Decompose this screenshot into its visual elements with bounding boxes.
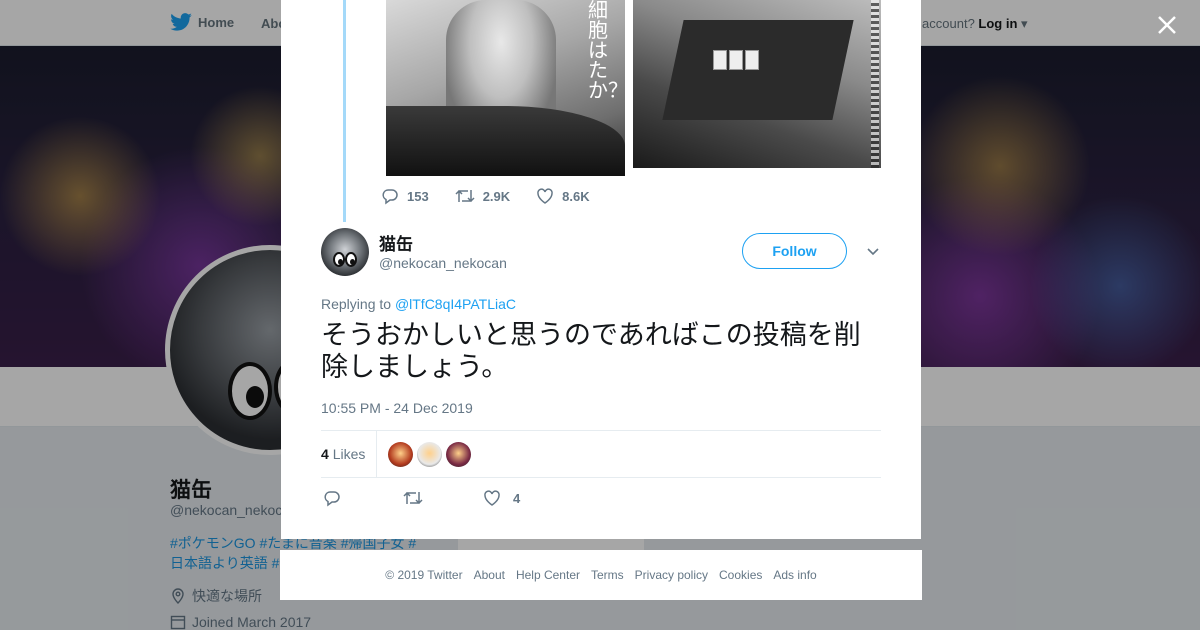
author-avatar[interactable] (321, 228, 369, 276)
tweet-stats: 4 Likes (321, 430, 881, 478)
quoted-like-button[interactable]: 8.6K (536, 187, 590, 205)
footer-link-privacy-policy[interactable]: Privacy policy (635, 568, 708, 582)
footer-copyright: © 2019 Twitter (385, 568, 463, 582)
footer-link-cookies[interactable]: Cookies (719, 568, 762, 582)
close-icon[interactable] (1152, 10, 1182, 40)
retweet-button[interactable] (403, 489, 483, 507)
quoted-like-count: 8.6K (562, 188, 590, 204)
reply-icon (324, 491, 340, 507)
like-button[interactable]: 4 (483, 489, 520, 507)
photo-text-column (871, 0, 879, 168)
likes-label: Likes (332, 446, 366, 462)
footer-link-help-center[interactable]: Help Center (516, 568, 580, 582)
tweet-actions: 4 (323, 489, 520, 507)
photo-tile (745, 50, 759, 70)
quoted-retweet-button[interactable]: 2.9K (455, 187, 510, 205)
like-count: 4 (513, 490, 521, 506)
reply-button[interactable] (323, 489, 403, 507)
avatar-eye-left (333, 252, 345, 267)
modal-footer: © 2019 Twitter About Help Center Terms P… (280, 550, 922, 600)
thread-connector (343, 0, 346, 222)
photo-tile (729, 50, 743, 70)
liker-avatar[interactable] (417, 442, 442, 467)
footer-link-ads-info[interactable]: Ads info (773, 568, 816, 582)
footer-link-about[interactable]: About (474, 568, 505, 582)
footer-link-terms[interactable]: Terms (591, 568, 624, 582)
photo-caption-text: 細胞はたか？ (588, 0, 625, 102)
heart-icon (537, 188, 553, 204)
photo-tile (713, 50, 727, 70)
chevron-down-icon[interactable] (865, 243, 881, 259)
quoted-tweet-photo-1[interactable]: 細胞はたか？ (386, 0, 625, 176)
avatar-eye-right (345, 252, 357, 267)
likes-stat[interactable]: 4 Likes (321, 446, 365, 462)
reply-icon (382, 189, 398, 205)
tweet-timestamp[interactable]: 10:55 PM - 24 Dec 2019 (321, 400, 473, 416)
replying-to-link[interactable]: @lTfC8qI4PATLiaC (395, 296, 516, 312)
photo-mahjong-table (662, 20, 854, 120)
tweet-text: そうおかしいと思うのであればこの投稿を削除しましょう。 (321, 320, 861, 383)
liker-avatar[interactable] (446, 442, 471, 467)
retweet-icon (455, 189, 475, 203)
photo-counter (386, 106, 625, 176)
author-name[interactable]: 猫缶 (379, 230, 413, 255)
heart-icon (484, 490, 500, 506)
quoted-retweet-count: 2.9K (482, 188, 511, 204)
follow-button[interactable]: Follow (742, 233, 847, 269)
quoted-tweet-photo-2[interactable] (633, 0, 881, 168)
replying-to: Replying to @lTfC8qI4PATLiaC (321, 296, 516, 312)
quoted-reply-button[interactable]: 153 (381, 187, 429, 205)
quoted-reply-count: 153 (407, 188, 429, 204)
retweet-icon (403, 491, 423, 505)
liker-avatar[interactable] (388, 442, 413, 467)
quoted-tweet-actions: 153 2.9K 8.6K (381, 187, 616, 205)
likes-count: 4 (321, 446, 329, 462)
author-handle[interactable]: @nekocan_nekocan (379, 255, 507, 271)
stats-divider (376, 431, 377, 477)
replying-to-prefix: Replying to (321, 296, 395, 312)
likers-list (388, 442, 471, 467)
tweet-permalink-modal: 細胞はたか？ 153 2.9K 8.6K 猫缶 @nekocan_nekocan… (281, 0, 921, 539)
